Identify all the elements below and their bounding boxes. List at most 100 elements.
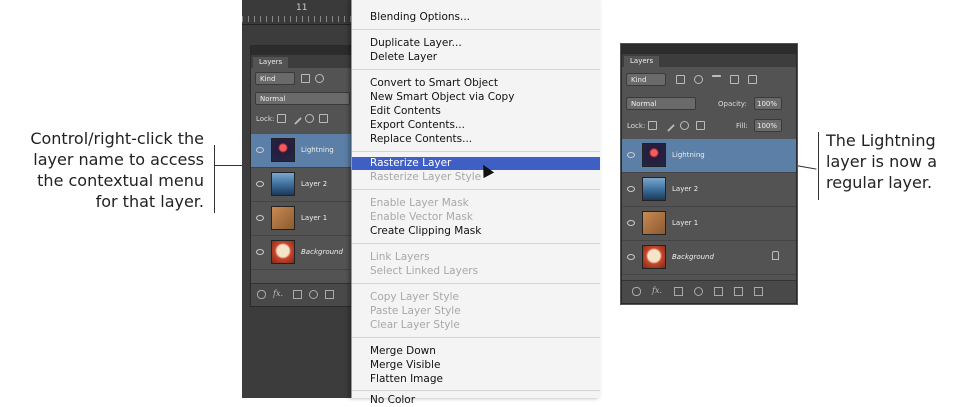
menu-item-blending-options[interactable]: Blending Options... xyxy=(352,11,600,24)
link-layers-icon[interactable] xyxy=(257,290,266,299)
menu-item-duplicate-layer[interactable]: Duplicate Layer... xyxy=(352,37,600,50)
menu-item-select-linked-layers[interactable]: Select Linked Layers xyxy=(352,265,600,278)
menu-separator xyxy=(352,337,600,338)
delete-layer-icon[interactable] xyxy=(754,287,763,296)
visibility-eye-icon[interactable] xyxy=(256,215,264,221)
layer-1-thumbnail xyxy=(271,206,295,230)
add-mask-icon[interactable] xyxy=(674,287,683,296)
menu-separator xyxy=(352,390,600,391)
filter-image-icon[interactable] xyxy=(676,75,685,84)
menu-item-convert-to-smart-object[interactable]: Convert to Smart Object xyxy=(352,77,600,90)
adjustment-layer-icon[interactable] xyxy=(694,287,703,296)
menu-item-delete-layer[interactable]: Delete Layer xyxy=(352,51,600,64)
lock-paint-icon[interactable] xyxy=(289,112,302,125)
new-layer-icon[interactable] xyxy=(734,287,743,296)
menu-item-enable-vector-mask[interactable]: Enable Vector Mask xyxy=(352,211,600,224)
left-callout-line: the contextual menu xyxy=(37,171,204,190)
lock-all-icon[interactable] xyxy=(696,121,705,130)
filter-image-icon[interactable] xyxy=(301,74,310,83)
menu-item-edit-contents[interactable]: Edit Contents xyxy=(352,105,600,118)
menu-item-create-clipping-mask[interactable]: Create Clipping Mask xyxy=(352,225,600,238)
new-group-icon[interactable] xyxy=(714,287,723,296)
fill-field[interactable]: 100% xyxy=(754,119,782,132)
left-leader-vertical xyxy=(214,145,215,213)
lightning-thumbnail xyxy=(271,138,295,162)
tab-layers[interactable]: Layers xyxy=(624,56,660,67)
blend-mode-select[interactable]: Normal xyxy=(626,97,696,110)
layer-row-lightning[interactable]: Lightning xyxy=(622,139,796,173)
visibility-eye-icon[interactable] xyxy=(256,249,264,255)
layer-row-background[interactable]: Background xyxy=(622,241,796,275)
right-leader-vertical xyxy=(818,132,819,200)
visibility-eye-icon[interactable] xyxy=(256,181,264,187)
layer-row-layer-1[interactable]: Layer 1 xyxy=(622,207,796,241)
layer-name[interactable]: Background xyxy=(672,253,714,261)
left-callout-line: Control/right-click the xyxy=(30,129,204,148)
menu-item-rasterize-layer[interactable]: Rasterize Layer xyxy=(352,157,600,170)
layer-style-fx-icon[interactable]: fx. xyxy=(652,286,662,295)
layer-name[interactable]: Lightning xyxy=(672,151,705,159)
right-callout: The Lightning layer is now a regular lay… xyxy=(826,130,965,193)
lock-move-icon[interactable] xyxy=(680,121,689,130)
opacity-field[interactable]: 100% xyxy=(754,97,782,110)
right-callout-line: The Lightning xyxy=(826,131,936,150)
visibility-eye-icon[interactable] xyxy=(627,186,635,192)
filter-kind-select[interactable]: Kind xyxy=(626,73,666,86)
lock-paint-icon[interactable] xyxy=(662,119,675,132)
new-group-icon[interactable] xyxy=(325,290,334,299)
menu-item-copy-layer-style[interactable]: Copy Layer Style xyxy=(352,291,600,304)
layer-2-thumbnail xyxy=(642,177,666,201)
filter-adjustment-icon[interactable] xyxy=(315,74,324,83)
lock-transparent-icon[interactable] xyxy=(277,114,286,123)
fill-value: 100% xyxy=(757,122,778,130)
left-callout-line: for that layer. xyxy=(95,192,204,211)
lock-move-icon[interactable] xyxy=(305,114,314,123)
layer-name[interactable]: Lightning xyxy=(301,146,334,154)
layer-name[interactable]: Layer 1 xyxy=(301,214,327,222)
menu-item-export-contents[interactable]: Export Contents... xyxy=(352,119,600,132)
menu-item-merge-visible[interactable]: Merge Visible xyxy=(352,359,600,372)
filter-type-icon[interactable] xyxy=(712,75,721,84)
layer-name[interactable]: Layer 2 xyxy=(301,180,327,188)
tab-layers[interactable]: Layers xyxy=(253,57,289,68)
adjustment-layer-icon[interactable] xyxy=(309,290,318,299)
menu-item-paste-layer-style[interactable]: Paste Layer Style xyxy=(352,305,600,318)
lock-label: Lock: xyxy=(627,122,646,130)
filter-kind-select[interactable]: Kind xyxy=(255,72,295,85)
visibility-eye-icon[interactable] xyxy=(627,220,635,226)
layer-name[interactable]: Background xyxy=(301,248,343,256)
menu-item-merge-down[interactable]: Merge Down xyxy=(352,345,600,358)
menu-item-flatten-image[interactable]: Flatten Image xyxy=(352,373,600,386)
visibility-eye-icon[interactable] xyxy=(256,147,264,153)
filter-kind-label: Kind xyxy=(631,76,647,84)
panel-titlebar[interactable] xyxy=(622,45,796,54)
layer-row-layer-2[interactable]: Layer 2 xyxy=(622,173,796,207)
add-mask-icon[interactable] xyxy=(293,290,302,299)
menu-item-new-smart-object-via-copy[interactable]: New Smart Object via Copy xyxy=(352,91,600,104)
visibility-eye-icon[interactable] xyxy=(627,254,635,260)
layer-name[interactable]: Layer 2 xyxy=(672,185,698,193)
menu-item-clear-layer-style[interactable]: Clear Layer Style xyxy=(352,319,600,332)
layer-style-fx-icon[interactable]: fx. xyxy=(273,289,283,298)
menu-item-enable-layer-mask[interactable]: Enable Layer Mask xyxy=(352,197,600,210)
layer-name[interactable]: Layer 1 xyxy=(672,219,698,227)
menu-item-rasterize-layer-style[interactable]: Rasterize Layer Style xyxy=(352,171,600,184)
menu-item-replace-contents[interactable]: Replace Contents... xyxy=(352,133,600,146)
ruler-number: 11 xyxy=(296,3,308,13)
link-layers-icon[interactable] xyxy=(632,287,641,296)
lock-all-icon[interactable] xyxy=(319,114,328,123)
menu-item-no-color[interactable]: No Color xyxy=(352,394,600,407)
lock-transparent-icon[interactable] xyxy=(648,121,657,130)
menu-item-link-layers[interactable]: Link Layers xyxy=(352,251,600,264)
filter-adjustment-icon[interactable] xyxy=(694,75,703,84)
menu-separator xyxy=(352,151,600,152)
filter-smart-object-icon[interactable] xyxy=(748,75,757,84)
layer-2-thumbnail xyxy=(271,172,295,196)
layers-panel-after: Layers Kind Normal Opacity: 100% Lock: F… xyxy=(621,44,797,304)
right-screenshot: Layers Kind Normal Opacity: 100% Lock: F… xyxy=(620,43,798,305)
lightning-thumbnail xyxy=(642,143,666,167)
opacity-label: Opacity: xyxy=(718,100,747,108)
visibility-eye-icon[interactable] xyxy=(627,152,635,158)
filter-shape-icon[interactable] xyxy=(730,75,739,84)
blend-mode-select[interactable]: Normal xyxy=(255,92,350,105)
